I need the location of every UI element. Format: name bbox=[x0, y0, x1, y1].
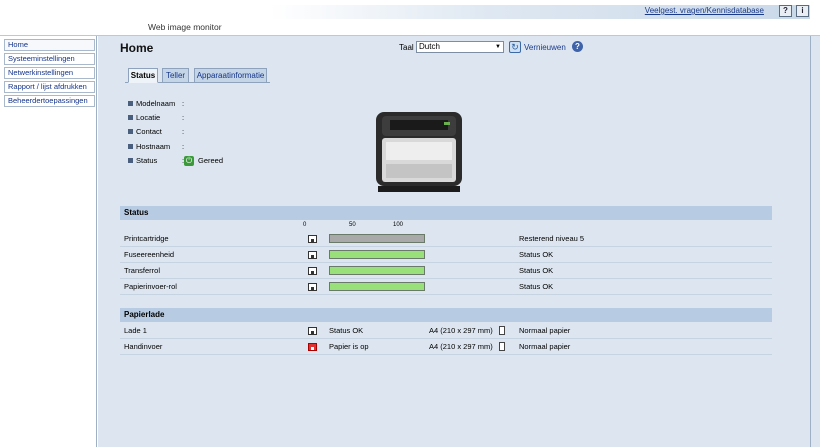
level-bar bbox=[329, 250, 425, 259]
level-bar-fill bbox=[330, 251, 424, 258]
bullet-icon bbox=[128, 101, 133, 106]
ready-icon: ⏻ bbox=[184, 156, 194, 166]
tab-status[interactable]: Status bbox=[128, 68, 158, 83]
paper-icon bbox=[499, 326, 505, 335]
consumable-status: Status OK bbox=[519, 266, 554, 275]
level-bar-fill bbox=[330, 267, 424, 274]
scale-tick: 50 bbox=[349, 222, 356, 228]
level-bar bbox=[329, 282, 425, 291]
status-section-header: Status bbox=[120, 206, 772, 220]
faq-link[interactable]: Veelgest. vragen/Kennisdatabase bbox=[645, 6, 764, 15]
consumable-status: Status OK bbox=[519, 250, 554, 259]
sidebar-item-print-report[interactable]: Rapport / lijst afdrukken bbox=[4, 81, 95, 93]
tray-name: Lade 1 bbox=[124, 326, 147, 335]
app-brand: Web image monitor bbox=[148, 22, 222, 32]
language-select[interactable]: Dutch ▼ bbox=[416, 41, 504, 53]
bullet-icon bbox=[128, 115, 133, 120]
sidebar-item-admin-tools[interactable]: Beheerdertoepassingen bbox=[4, 95, 95, 107]
bullet-icon bbox=[128, 144, 133, 149]
paper-type: Normaal papier bbox=[519, 326, 571, 335]
consumable-name: Fuseereenheid bbox=[124, 250, 175, 259]
sidebar: Home Systeeminstellingen Netwerkinstelli… bbox=[0, 36, 97, 447]
paper-size: A4 (210 x 297 mm) bbox=[429, 326, 493, 335]
sidebar-item-system-settings[interactable]: Systeeminstellingen bbox=[4, 53, 95, 65]
scale-tick: 100 bbox=[393, 222, 404, 228]
level-bar-fill bbox=[330, 235, 424, 242]
consumable-row: Papierinvoer-rol Status OK bbox=[120, 279, 772, 295]
fuser-icon bbox=[308, 251, 317, 259]
tray-name: Handinvoer bbox=[124, 342, 163, 351]
tray-status: Status OK bbox=[329, 326, 364, 335]
sidebar-item-home[interactable]: Home bbox=[4, 39, 95, 51]
help-icon[interactable]: ? bbox=[572, 41, 583, 52]
refresh-link[interactable]: Vernieuwen bbox=[524, 43, 566, 52]
right-border bbox=[810, 36, 820, 447]
consumable-status: Status OK bbox=[519, 282, 554, 291]
tray-status: Papier is op bbox=[329, 342, 369, 351]
language-label: Taal bbox=[399, 43, 414, 52]
header: Web image monitor Veelgest. vragen/Kenni… bbox=[0, 0, 820, 36]
refresh-icon[interactable]: ↻ bbox=[509, 41, 521, 53]
cartridge-icon bbox=[308, 235, 317, 243]
level-bar bbox=[329, 266, 425, 275]
paper-icon bbox=[499, 342, 505, 351]
bullet-icon bbox=[128, 129, 133, 134]
paper-type: Normaal papier bbox=[519, 342, 571, 351]
paper-size: A4 (210 x 297 mm) bbox=[429, 342, 493, 351]
info-button[interactable]: i bbox=[796, 5, 809, 17]
consumable-name: Papierinvoer-rol bbox=[124, 282, 177, 291]
tab-counter[interactable]: Teller bbox=[162, 68, 189, 83]
page-title: Home bbox=[120, 41, 154, 55]
device-status-value: Gereed bbox=[198, 156, 224, 165]
info-label: Hostnaam bbox=[136, 142, 171, 151]
consumable-name: Printcartridge bbox=[124, 234, 169, 243]
feed-roller-icon bbox=[308, 283, 317, 291]
tray-icon bbox=[308, 327, 317, 335]
consumable-row: Printcartridge Resterend niveau 5 bbox=[120, 231, 772, 247]
help-button[interactable]: ? bbox=[779, 5, 792, 17]
level-bar bbox=[329, 234, 425, 243]
info-label: Contact bbox=[136, 127, 162, 136]
printer-image bbox=[376, 112, 462, 192]
chevron-down-icon: ▼ bbox=[495, 44, 501, 50]
consumable-row: Fuseereenheid Status OK bbox=[120, 247, 772, 263]
tray-row: Lade 1 Status OK A4 (210 x 297 mm) Norma… bbox=[120, 323, 772, 339]
sidebar-item-network-settings[interactable]: Netwerkinstellingen bbox=[4, 67, 95, 79]
info-label: Modelnaam bbox=[136, 99, 176, 108]
scale-tick: 0 bbox=[303, 222, 307, 228]
main-content: Home Taal Dutch ▼ ↻ Vernieuwen ? Status … bbox=[98, 36, 810, 447]
language-value: Dutch bbox=[419, 42, 440, 51]
level-bar-fill bbox=[330, 283, 424, 290]
consumable-name: Transferrol bbox=[124, 266, 160, 275]
tray-row: Handinvoer Papier is op A4 (210 x 297 mm… bbox=[120, 339, 772, 355]
consumable-status: Resterend niveau 5 bbox=[519, 234, 585, 243]
paper-out-icon bbox=[308, 343, 317, 351]
info-label: Locatie bbox=[136, 113, 161, 122]
consumable-row: Transferrol Status OK bbox=[120, 263, 772, 279]
bullet-icon bbox=[128, 158, 133, 163]
info-label: Status bbox=[136, 156, 158, 165]
tab-device-info[interactable]: Apparaatinformatie bbox=[194, 68, 267, 83]
transfer-roller-icon bbox=[308, 267, 317, 275]
paper-section-header: Papierlade bbox=[120, 308, 772, 322]
